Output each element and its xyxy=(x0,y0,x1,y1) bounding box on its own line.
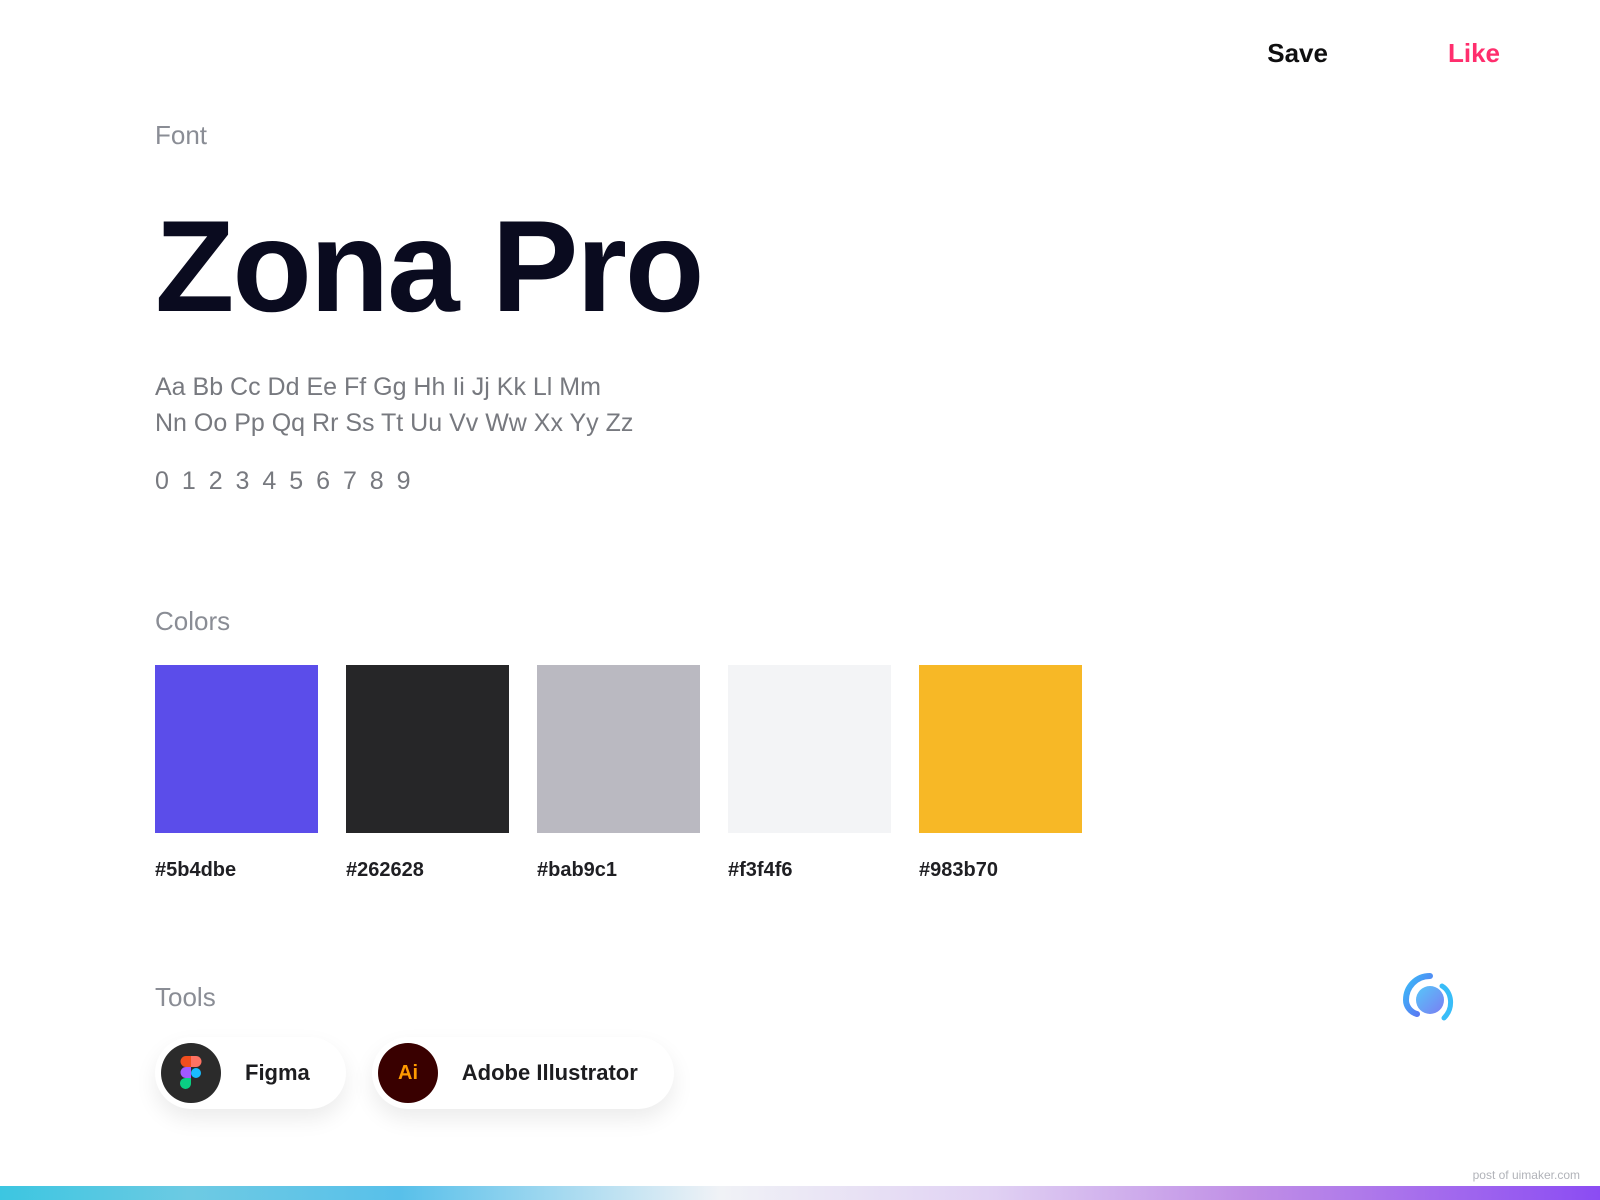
color-swatch xyxy=(346,665,509,833)
swatch-item: #5b4dbe xyxy=(155,665,318,882)
swatch-hex: #983b70 xyxy=(919,859,1082,882)
like-button[interactable]: Like xyxy=(1448,38,1500,69)
colors-section-label: Colors xyxy=(155,606,1255,637)
specimen: Aa Bb Cc Dd Ee Ff Gg Hh Ii Jj Kk Ll Mm N… xyxy=(155,369,1255,442)
tool-illustrator: Ai Adobe Illustrator xyxy=(372,1037,674,1109)
swatch-hex: #5b4dbe xyxy=(155,859,318,882)
swatch-hex: #262628 xyxy=(346,859,509,882)
color-swatch xyxy=(155,665,318,833)
illustrator-icon: Ai xyxy=(378,1043,438,1103)
swatch-item: #262628 xyxy=(346,665,509,882)
svg-text:Ai: Ai xyxy=(398,1062,418,1084)
color-swatch xyxy=(919,665,1082,833)
save-button[interactable]: Save xyxy=(1267,38,1328,69)
font-title: Zona Pro xyxy=(155,191,1255,341)
figma-icon xyxy=(161,1043,221,1103)
swatch-hex: #bab9c1 xyxy=(537,859,700,882)
tool-label: Adobe Illustrator xyxy=(462,1060,638,1086)
swatch-hex: #f3f4f6 xyxy=(728,859,891,882)
specimen-line-1: Aa Bb Cc Dd Ee Ff Gg Hh Ii Jj Kk Ll Mm xyxy=(155,369,1255,405)
color-swatch xyxy=(728,665,891,833)
specimen-line-2: Nn Oo Pp Qq Rr Ss Tt Uu Vv Ww Xx Yy Zz xyxy=(155,405,1255,441)
swatch-item: #bab9c1 xyxy=(537,665,700,882)
watermark: post of uimaker.com xyxy=(1473,1168,1580,1182)
swatch-item: #983b70 xyxy=(919,665,1082,882)
color-swatch xyxy=(537,665,700,833)
font-section-label: Font xyxy=(155,120,1255,151)
tool-figma: Figma xyxy=(155,1037,346,1109)
brand-logo-icon xyxy=(1400,970,1460,1030)
footer-gradient xyxy=(0,1186,1600,1200)
swatch-item: #f3f4f6 xyxy=(728,665,891,882)
tools-section-label: Tools xyxy=(155,982,1255,1013)
tool-label: Figma xyxy=(245,1060,310,1086)
swatch-row: #5b4dbe #262628 #bab9c1 #f3f4f6 #983b70 xyxy=(155,665,1255,882)
specimen-numbers: 0 1 2 3 4 5 6 7 8 9 xyxy=(155,467,1255,496)
